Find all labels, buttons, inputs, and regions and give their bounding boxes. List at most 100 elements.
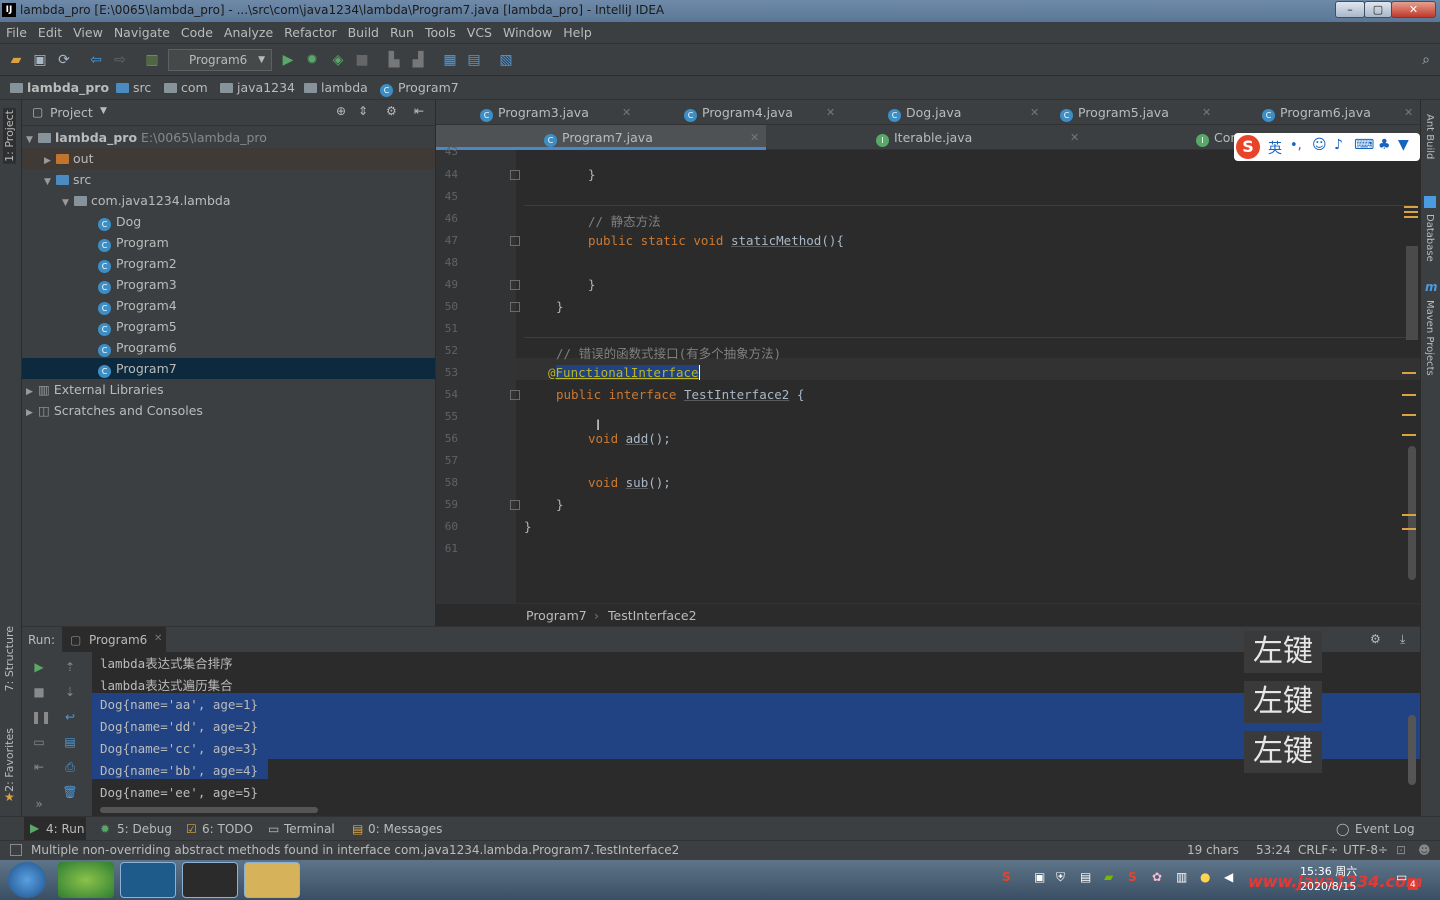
warning-mark[interactable]: [1402, 434, 1416, 436]
tab-program3[interactable]: C Program3.java ✕: [480, 100, 631, 125]
clock-date[interactable]: 2020/8/15: [1300, 880, 1356, 893]
console-horizontal-scrollbar[interactable]: [100, 807, 318, 813]
console-vertical-scrollbar[interactable]: [1408, 715, 1416, 785]
console-line[interactable]: Dog{name='bb', age=4}: [100, 763, 258, 778]
run-config-select[interactable]: Program6 ▼: [168, 49, 272, 71]
tree-class-program5[interactable]: C Program5: [22, 316, 435, 337]
skin-icon[interactable]: ▼: [1398, 137, 1409, 153]
maximize-button[interactable]: ▢: [1364, 1, 1392, 18]
tab-program4[interactable]: C Program4.java ✕: [684, 100, 835, 125]
search-icon[interactable]: ⌕: [1418, 52, 1434, 68]
tree-external-libraries[interactable]: ▶ ▥ External Libraries: [22, 379, 435, 400]
tree-package[interactable]: ▼ com.java1234.lambda: [22, 190, 435, 211]
tray-icon[interactable]: ▤: [1080, 870, 1091, 884]
gear-icon[interactable]: ⚙: [1370, 632, 1381, 646]
sdk-icon[interactable]: ▤: [466, 52, 482, 68]
warning-mark[interactable]: [1402, 514, 1416, 516]
tree-src[interactable]: ▼ src: [22, 169, 435, 190]
emoji-icon[interactable]: ☺: [1312, 137, 1327, 153]
code-line-58[interactable]: void sub();: [588, 475, 671, 490]
close-icon[interactable]: ✕: [1030, 100, 1039, 125]
code-line-54[interactable]: public interface TestInterface2 {: [556, 387, 804, 402]
menu-run[interactable]: Run: [384, 22, 419, 40]
close-icon[interactable]: ✕: [154, 633, 162, 644]
tree-class-dog[interactable]: C Dog: [22, 211, 435, 232]
terminal-tool-tab[interactable]: Terminal: [284, 822, 335, 836]
code-line-60[interactable]: }: [524, 519, 532, 534]
close-icon[interactable]: ✕: [1070, 125, 1079, 150]
debug-tool-tab[interactable]: 5: Debug: [117, 822, 172, 836]
console-line[interactable]: Dog{name='dd', age=2}: [100, 719, 258, 734]
menu-help[interactable]: Help: [557, 22, 597, 40]
close-icon[interactable]: ✕: [750, 125, 759, 150]
caret-position[interactable]: 53:24: [1256, 843, 1291, 857]
ime-mode-toggle[interactable]: 英: [1268, 138, 1282, 158]
menu-vcs[interactable]: VCS: [461, 22, 497, 40]
code-line-59[interactable]: }: [556, 497, 564, 512]
chevron-down-icon[interactable]: ▼: [100, 106, 107, 116]
attach-icon[interactable]: ▙: [386, 52, 402, 68]
run-tab-program6[interactable]: ▢ Program6 ✕: [62, 627, 166, 652]
encoding-select[interactable]: UTF-8÷: [1343, 843, 1388, 857]
debug-icon[interactable]: ✹: [304, 52, 320, 68]
fold-marker-icon[interactable]: [510, 500, 520, 510]
project-view-select[interactable]: Project: [50, 105, 93, 120]
tray-icon[interactable]: ▣: [1034, 870, 1045, 884]
collapse-all-icon[interactable]: ⇕: [358, 104, 368, 118]
fold-marker-icon[interactable]: [510, 236, 520, 246]
warning-mark[interactable]: [1402, 528, 1416, 530]
fold-marker-icon[interactable]: [510, 280, 520, 290]
menu-build[interactable]: Build: [342, 22, 384, 40]
console-line[interactable]: Dog{name='ee', age=5}: [100, 785, 258, 800]
user-icon[interactable]: ♣: [1378, 137, 1391, 153]
editor-scrollbar[interactable]: [1408, 446, 1416, 580]
ant-build-tool-tab[interactable]: Ant Build: [1424, 114, 1435, 170]
scroll-from-source-icon[interactable]: ⊕: [336, 104, 346, 118]
gear-icon[interactable]: ⚙: [386, 104, 397, 118]
menu-window[interactable]: Window: [497, 22, 557, 40]
run-icon[interactable]: ▶: [280, 52, 296, 68]
build-icon[interactable]: ▥: [144, 52, 160, 68]
warning-mark[interactable]: [1402, 372, 1416, 374]
coverage-icon[interactable]: ◈: [330, 52, 346, 68]
close-icon[interactable]: ✕: [1404, 100, 1413, 125]
taskbar-browser-icon[interactable]: [120, 862, 176, 898]
close-icon[interactable]: ✕: [826, 100, 835, 125]
microphone-icon[interactable]: ♪: [1334, 137, 1343, 153]
trash-icon[interactable]: 🗑: [62, 785, 78, 801]
code-line-52[interactable]: // 错误的函数式接口(有多个抽象方法): [556, 343, 781, 362]
start-button[interactable]: [8, 862, 46, 898]
fold-marker-icon[interactable]: [510, 302, 520, 312]
tree-class-program[interactable]: C Program: [22, 232, 435, 253]
tray-network-icon[interactable]: ▥: [1176, 870, 1187, 884]
structure-tool-tab[interactable]: 7: Structure: [3, 626, 16, 691]
close-window-button[interactable]: ✕: [1391, 1, 1436, 18]
project-structure-icon[interactable]: ▦: [442, 52, 458, 68]
code-line-44[interactable]: }: [588, 167, 596, 182]
pause-icon[interactable]: ❚❚: [31, 710, 51, 726]
exit-icon[interactable]: ⇤: [31, 760, 47, 776]
tray-volume-icon[interactable]: ◀: [1224, 870, 1233, 884]
profile-icon[interactable]: ▟: [410, 52, 426, 68]
database-tool-tab[interactable]: Database: [1424, 214, 1435, 262]
breadcrumb-java1234[interactable]: java1234: [220, 80, 295, 95]
taskbar-explorer-icon[interactable]: [244, 862, 300, 898]
code-line-47[interactable]: public static void staticMethod(){: [588, 233, 844, 248]
more-icon[interactable]: »: [31, 797, 47, 813]
tray-icon[interactable]: S: [1128, 870, 1137, 884]
clock-time[interactable]: 15:36 周六: [1300, 863, 1357, 879]
console-line[interactable]: lambda表达式遍历集合: [100, 675, 233, 694]
open-folder-icon[interactable]: ▰: [8, 52, 24, 68]
stop-icon[interactable]: ■: [354, 52, 370, 68]
editor-scrollbar-thumb[interactable]: [1406, 246, 1418, 340]
line-separator-select[interactable]: CRLF÷: [1298, 843, 1338, 857]
project-tool-tab[interactable]: 1: Project: [3, 108, 16, 164]
menu-view[interactable]: View: [67, 22, 108, 40]
hector-icon[interactable]: ☻: [1418, 843, 1431, 857]
favorites-tool-tab[interactable]: 2: Favorites: [3, 728, 16, 792]
code-line-46[interactable]: // 静态方法: [588, 211, 661, 230]
stop-icon[interactable]: ■: [31, 685, 47, 701]
warning-mark[interactable]: [1402, 414, 1416, 416]
tray-flower-icon[interactable]: ✿: [1152, 870, 1162, 884]
tray-sogou-icon[interactable]: S: [1002, 870, 1011, 884]
